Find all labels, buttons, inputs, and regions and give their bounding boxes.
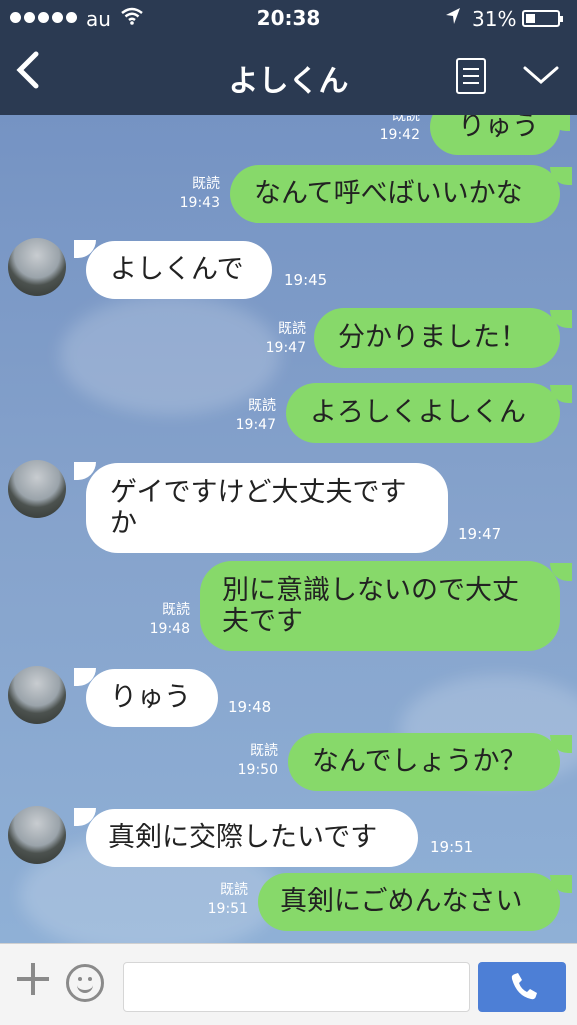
message-input-bar <box>0 943 577 1025</box>
message-text: 分かりました！ <box>338 322 527 353</box>
message-time: 19:51 <box>207 901 248 917</box>
call-button[interactable] <box>478 962 566 1012</box>
message-time: 19:50 <box>237 762 278 778</box>
message-meta: 既読 19:42 <box>372 115 420 145</box>
location-arrow-icon <box>444 5 462 32</box>
smiley-icon-mouth <box>77 981 93 993</box>
message-meta: 既読 19:50 <box>230 742 278 780</box>
contact-avatar[interactable] <box>8 238 66 296</box>
message-bubble-incoming[interactable]: ゲイですけど大丈夫です か <box>86 463 448 553</box>
message-time: 19:47 <box>265 340 306 356</box>
read-receipt: 既読 <box>278 321 306 337</box>
message-text: 真剣に交際したいです <box>108 822 378 853</box>
read-receipt: 既読 <box>250 743 278 759</box>
message-text: 別に意識しないので大丈 夫です <box>222 575 519 637</box>
read-receipt: 既読 <box>192 176 220 192</box>
message-time: 19:51 <box>430 838 474 856</box>
message-time: 19:48 <box>149 621 190 637</box>
chat-title: よしくん <box>228 64 349 99</box>
sticker-button[interactable] <box>66 964 104 1002</box>
message-bubble-incoming[interactable]: 真剣に交際したいです <box>86 809 418 867</box>
message-text: 真剣にごめんなさい <box>280 886 523 917</box>
message-time: 19:42 <box>379 127 420 143</box>
message-bubble-incoming[interactable]: りゅう <box>86 669 218 727</box>
message-time: 19:47 <box>235 417 276 433</box>
message-meta: 既読 19:47 <box>228 397 276 435</box>
message-bubble-outgoing[interactable]: 分かりました！ <box>314 308 560 368</box>
menu-toggle-button[interactable] <box>522 54 560 98</box>
battery-percentage: 31% <box>472 7 517 31</box>
phone-icon <box>511 973 537 1000</box>
plus-icon <box>17 963 49 995</box>
message-bubble-outgoing[interactable]: 真剣にごめんなさい <box>258 873 560 931</box>
contact-avatar[interactable] <box>8 666 66 724</box>
message-text: よしくんで <box>110 254 244 285</box>
message-meta: 既読 19:48 <box>142 601 190 639</box>
message-input[interactable] <box>123 962 470 1012</box>
battery-icon <box>522 10 563 27</box>
message-bubble-outgoing[interactable]: りゅう <box>430 115 560 155</box>
plus-button[interactable] <box>14 960 52 1006</box>
contact-avatar[interactable] <box>8 806 66 864</box>
read-receipt: 既読 <box>392 115 420 124</box>
message-meta: 既読 19:43 <box>172 175 220 213</box>
message-bubble-outgoing[interactable]: なんでしょうか？ <box>288 733 560 791</box>
message-bubble-outgoing[interactable]: よろしくよしくん <box>286 383 560 443</box>
message-bubble-outgoing[interactable]: 別に意識しないので大丈 夫です <box>200 561 560 651</box>
notes-button[interactable] <box>456 58 486 94</box>
read-receipt: 既読 <box>162 602 190 618</box>
message-text: りゅう <box>110 682 191 713</box>
message-text: なんでしょうか？ <box>312 746 527 777</box>
message-time: 19:43 <box>179 195 220 211</box>
message-text: ゲイですけど大丈夫です か <box>110 477 407 539</box>
contact-avatar[interactable] <box>8 460 66 518</box>
message-time: 19:47 <box>458 525 502 543</box>
message-text: よろしくよしくん <box>310 397 526 428</box>
chat-header: よしくん <box>0 38 577 115</box>
message-text: なんて呼べばいいかな <box>254 178 523 209</box>
message-meta: 既読 19:47 <box>258 320 306 358</box>
chevron-down-icon <box>523 66 559 84</box>
message-time: 19:45 <box>284 271 328 289</box>
message-bubble-incoming[interactable]: よしくんで <box>86 241 272 299</box>
message-time: 19:48 <box>228 698 272 716</box>
status-bar: au 20:38 31% <box>0 0 577 38</box>
read-receipt: 既読 <box>220 882 248 898</box>
message-text: りゅう <box>458 115 539 142</box>
message-bubble-outgoing[interactable]: なんて呼べばいいかな <box>230 165 560 223</box>
message-list[interactable]: 既読 19:42 りゅう 既読 19:43 なんて呼べばいいかな よしくんで 1… <box>0 115 577 943</box>
read-receipt: 既読 <box>248 398 276 414</box>
message-meta: 既読 19:51 <box>200 881 248 919</box>
